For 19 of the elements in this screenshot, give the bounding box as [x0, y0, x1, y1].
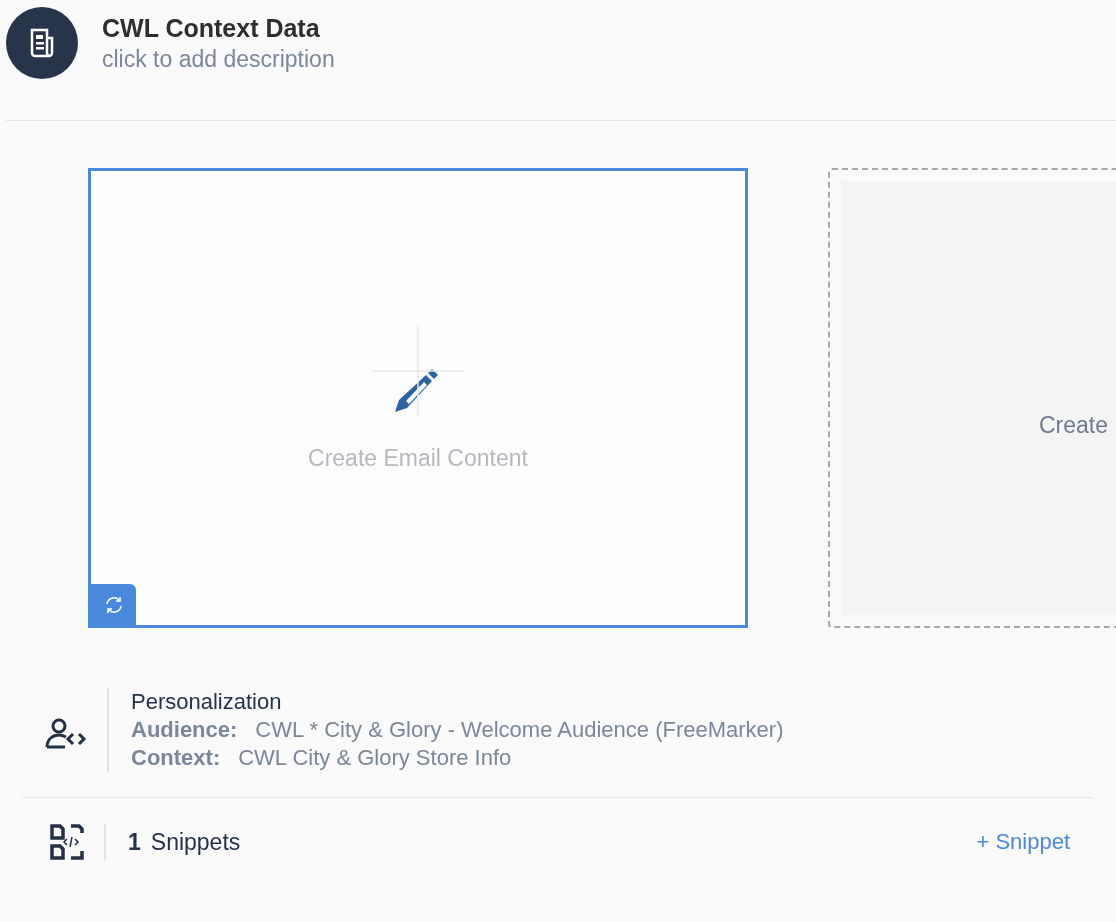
crosshair-icon — [373, 326, 463, 416]
field-value: CWL * City & Glory - Welcome Audience (FreeMarker) — [255, 716, 784, 744]
page-title: CWL Context Data — [102, 13, 320, 43]
placeholder-card[interactable]: Create — [828, 168, 1116, 628]
card-label: Create Email Content — [308, 444, 528, 472]
section-title: Personalization — [131, 688, 283, 716]
user-code-icon — [45, 717, 87, 751]
add-snippet-link[interactable]: + Snippet — [976, 829, 1070, 855]
email-content-card[interactable]: Create Email Content — [88, 168, 748, 628]
field-value: CWL City & Glory Store Info — [238, 744, 512, 772]
snippets-label: Snippets — [150, 828, 241, 856]
card-label: Create — [1039, 411, 1109, 439]
refresh-button[interactable] — [91, 584, 136, 625]
snippet-count: 1 — [128, 828, 141, 856]
field-label: Audience: — [131, 716, 238, 744]
refresh-icon — [103, 594, 124, 615]
field-label: Context: — [131, 744, 221, 772]
description-link[interactable]: click to add description — [102, 45, 335, 73]
code-snippet-icon — [50, 824, 84, 860]
